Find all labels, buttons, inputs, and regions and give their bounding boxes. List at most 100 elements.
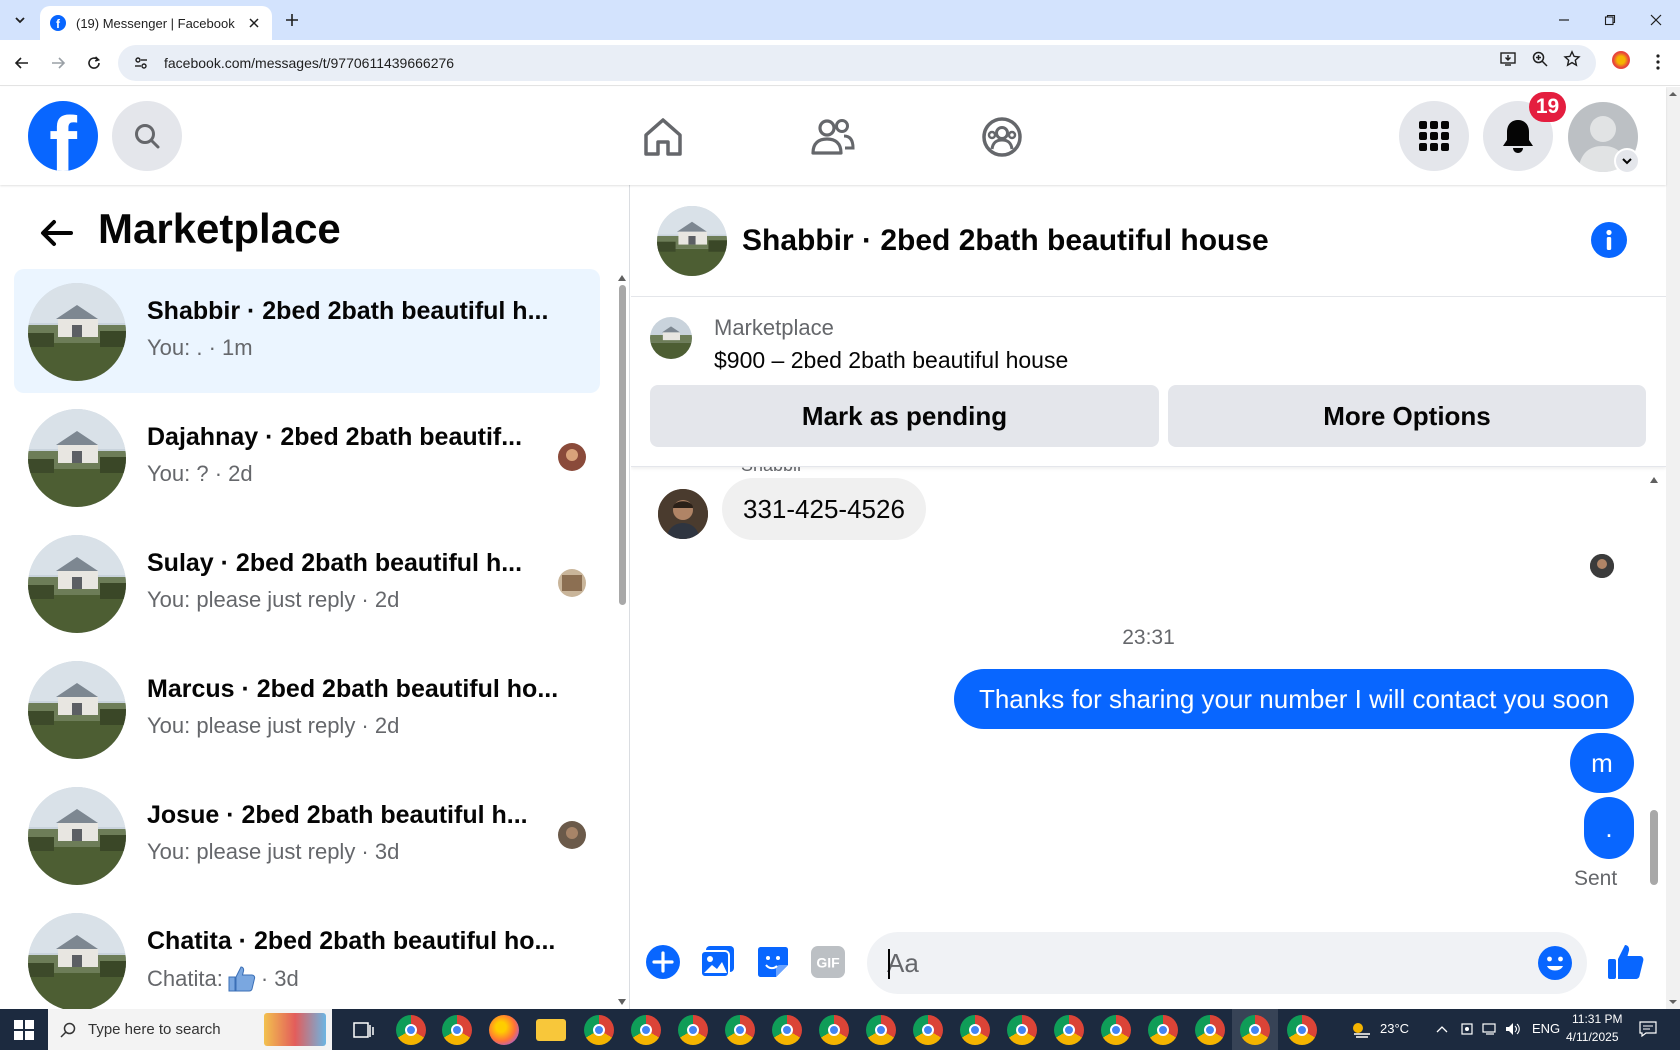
taskbar-chrome-icon[interactable] [442,1015,472,1045]
taskbar-chrome-icon[interactable] [584,1015,614,1045]
windows-start-icon[interactable] [0,1009,48,1050]
account-chevron-down-icon[interactable] [1614,148,1640,174]
thread-list-scrollbar[interactable] [619,285,626,605]
friends-icon[interactable] [803,107,863,167]
scroll-up-arrow-icon[interactable] [616,273,628,283]
gif-icon[interactable]: GIF [808,942,848,982]
menu-grid-icon[interactable] [1399,101,1469,171]
photo-gallery-icon[interactable] [698,942,738,982]
page-scrollbar[interactable] [1666,87,1680,1009]
taskbar-chrome-icon[interactable] [1148,1015,1178,1045]
taskbar-chrome-icon[interactable] [772,1015,802,1045]
listing-price-title[interactable]: $900 – 2bed 2bath beautiful house [714,347,1068,374]
task-view-icon[interactable] [348,1015,378,1045]
facebook-favicon-icon: f [50,15,66,31]
taskbar-firefox-icon[interactable] [489,1015,519,1045]
clock-time[interactable]: 11:31 PM [1572,1012,1622,1026]
thread-item-josue[interactable]: Josue · 2bed 2bath beautiful h... You: p… [14,773,600,897]
emoji-smiley-icon[interactable] [1536,944,1574,982]
tab-close-icon[interactable] [246,15,262,31]
install-app-icon[interactable] [1497,48,1519,70]
outgoing-message-bubble[interactable]: Thanks for sharing your number I will co… [954,669,1634,729]
taskbar-chrome-icon[interactable] [819,1015,849,1045]
message-status: Sent [1574,867,1618,890]
window-restore-icon[interactable] [1592,6,1628,34]
facebook-logo-icon[interactable]: f [28,101,98,171]
scroll-up-arrow-icon[interactable] [1648,475,1660,485]
weather-icon[interactable] [1350,1020,1372,1038]
message-input[interactable] [867,932,1587,994]
zoom-icon[interactable] [1529,48,1551,70]
taskbar-chrome-icon[interactable] [1195,1015,1225,1045]
taskbar-chrome-icon[interactable] [960,1015,990,1045]
thread-item-marcus[interactable]: Marcus · 2bed 2bath beautiful ho... You:… [14,647,600,771]
sender-avatar[interactable] [658,489,708,539]
tray-device-icon[interactable] [1458,1020,1476,1038]
taskbar-chrome-icon[interactable] [1054,1015,1084,1045]
tab-search-chevron-icon[interactable] [8,8,32,32]
seen-by-avatar [558,569,586,597]
weather-temperature[interactable]: 23°C [1380,1021,1409,1036]
bookmark-star-icon[interactable] [1561,48,1583,70]
extension-icon[interactable] [1612,51,1630,69]
taskbar-chrome-icon[interactable] [913,1015,943,1045]
scroll-down-arrow-icon[interactable] [616,997,628,1007]
taskbar-chrome-icon[interactable] [396,1015,426,1045]
taskbar-chrome-icon[interactable] [1007,1015,1037,1045]
taskbar-chrome-icon[interactable] [1287,1015,1317,1045]
taskbar-search-box[interactable]: Type here to search [48,1009,332,1050]
thread-item-shabbir[interactable]: Shabbir · 2bed 2bath beautiful h... You:… [14,269,600,393]
thread-name: Shabbir · 2bed 2bath beautiful h... [147,297,549,325]
back-arrow-icon[interactable] [8,49,36,77]
thumbs-up-like-icon[interactable] [1603,939,1649,985]
outgoing-message-bubble[interactable]: . [1584,797,1634,859]
thread-item-dajahnay[interactable]: Dajahnay · 2bed 2bath beautif... You: ? … [14,395,600,519]
input-language[interactable]: ENG [1532,1021,1560,1036]
taskbar-chrome-icon[interactable] [1101,1015,1131,1045]
taskbar-chrome-icon[interactable] [725,1015,755,1045]
message-thread-scrollbar[interactable] [1650,810,1658,885]
thread-name: Josue · 2bed 2bath beautiful h... [147,801,528,829]
groups-icon[interactable] [972,107,1032,167]
network-icon[interactable] [1481,1020,1499,1038]
text-cursor [888,949,890,979]
notification-center-icon[interactable] [1639,1020,1657,1038]
thread-item-sulay[interactable]: Sulay · 2bed 2bath beautiful h... You: p… [14,521,600,645]
taskbar-chrome-icon[interactable] [631,1015,661,1045]
sticker-icon[interactable] [753,942,793,982]
search-icon[interactable] [112,101,182,171]
house-listing-thumbnail [28,409,126,507]
home-icon[interactable] [633,107,693,167]
reload-icon[interactable] [80,49,108,77]
new-tab-plus-icon[interactable] [280,8,304,32]
clock-date[interactable]: 4/11/2025 [1566,1030,1619,1044]
plus-circle-icon[interactable] [643,942,683,982]
conversation-title[interactable]: Shabbir · 2bed 2bath beautiful house [742,224,1269,258]
site-settings-icon[interactable] [132,54,150,72]
forward-arrow-icon[interactable] [44,49,72,77]
mark-as-pending-button[interactable]: Mark as pending [650,385,1159,447]
taskbar-chrome-icon[interactable] [678,1015,708,1045]
house-listing-thumbnail[interactable] [650,317,692,359]
info-icon[interactable] [1591,222,1627,258]
browser-tab-messenger[interactable]: f (19) Messenger | Facebook [40,6,272,40]
window-minimize-icon[interactable] [1546,6,1582,34]
thread-preview: You: . · 1m [147,335,253,360]
taskbar-chrome-active-icon[interactable] [1240,1015,1270,1045]
taskbar-search-placeholder: Type here to search [88,1021,221,1038]
more-options-button[interactable]: More Options [1168,385,1646,447]
thread-item-chatita[interactable]: Chatita · 2bed 2bath beautiful ho... Cha… [14,899,600,1009]
window-close-icon[interactable] [1638,6,1674,34]
taskbar-chrome-icon[interactable] [866,1015,896,1045]
taskbar-file-explorer-icon[interactable] [536,1019,566,1041]
back-arrow-icon[interactable] [36,213,76,253]
house-listing-thumbnail[interactable] [657,206,727,276]
browser-menu-icon[interactable] [1648,50,1668,74]
outgoing-message-bubble[interactable]: m [1570,733,1634,793]
tray-chevron-up-icon[interactable] [1433,1020,1451,1038]
thread-preview: You: please just reply · 2d [147,587,400,612]
thread-preview-time: · 3d [260,966,299,991]
volume-icon[interactable] [1504,1020,1522,1038]
incoming-message-bubble[interactable]: 331-425-4526 [722,478,926,540]
address-bar[interactable]: facebook.com/messages/t/9770611439666276 [118,45,1596,81]
